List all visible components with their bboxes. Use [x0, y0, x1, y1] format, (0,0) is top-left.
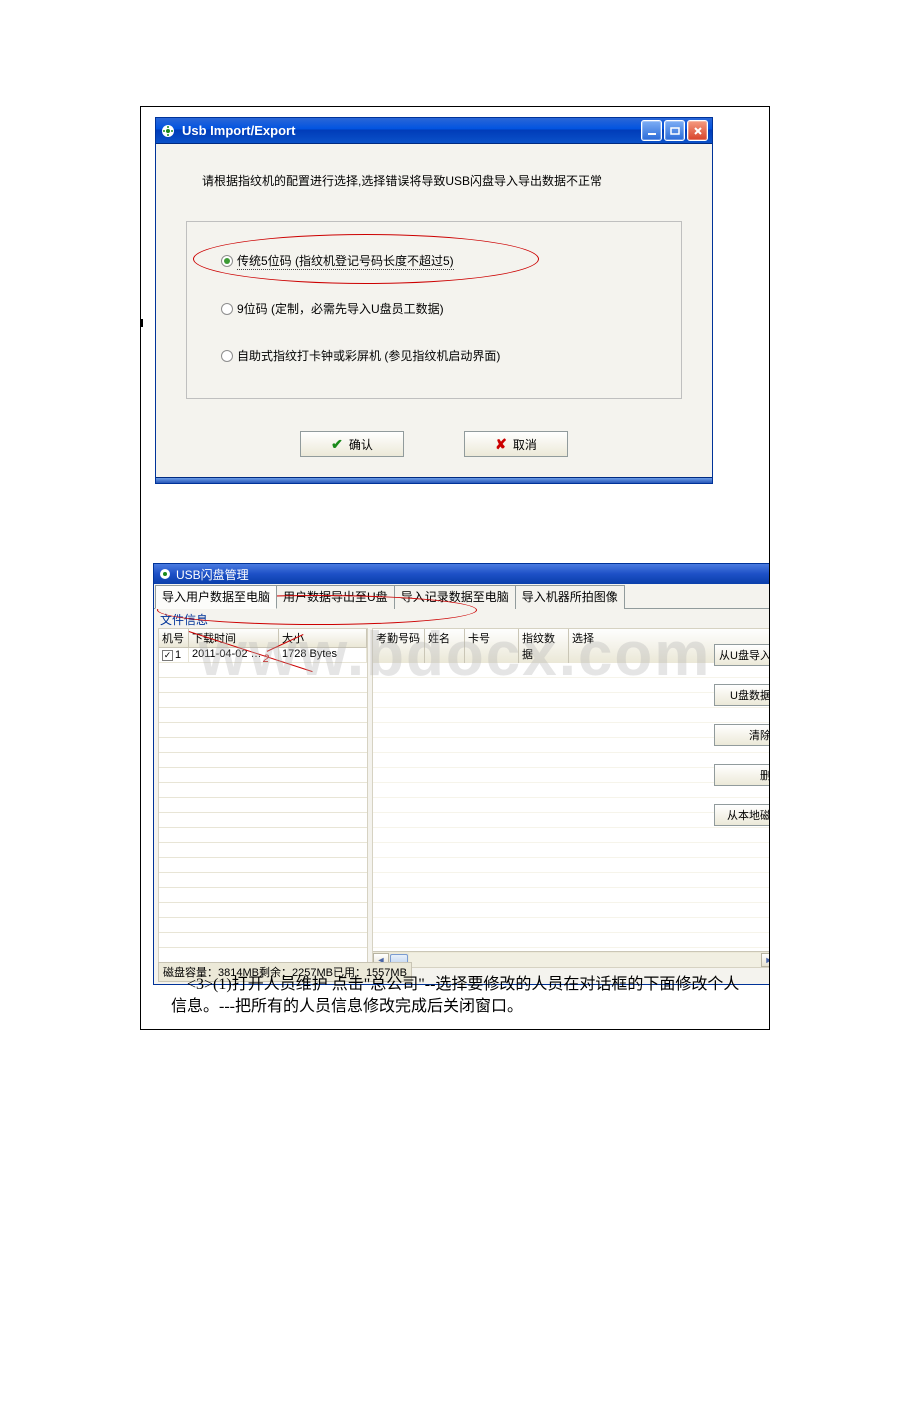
dialog1-title: Usb Import/Export — [182, 123, 641, 138]
tab-import-records[interactable]: 导入记录数据至电脑 — [394, 585, 516, 609]
col-card-no[interactable]: 卡号 — [465, 629, 519, 663]
usb-import-export-dialog: Usb Import/Export 请根据指纹机的配置进行选择,选择错误将导致U… — [155, 117, 713, 484]
instruction-paragraph: <3>(1)打开人员维护 点击"总公司"--选择要修改的人员在对话框的下面修改个… — [151, 970, 759, 1024]
ok-button[interactable]: ✔ 确认 — [300, 431, 404, 457]
radio-9digit[interactable] — [221, 303, 233, 315]
file-row-empty — [159, 798, 367, 813]
file-row-empty — [159, 828, 367, 843]
file-row-empty — [159, 873, 367, 888]
file-row-empty — [159, 738, 367, 753]
tabs: 导入用户数据至电脑 用户数据导出至U盘 导入记录数据至电脑 导入机器所拍图像 — [154, 584, 770, 609]
col-att-no[interactable]: 考勤号码 — [373, 629, 425, 663]
right-grid-body — [373, 663, 770, 951]
file-row-empty — [159, 753, 367, 768]
close-button[interactable] — [687, 120, 708, 141]
x-icon: ✘ — [495, 436, 507, 453]
dialog1-button-row: ✔ 确认 ✘ 取消 — [186, 427, 682, 467]
tab-import-images[interactable]: 导入机器所拍图像 — [515, 585, 625, 609]
check-icon: ✔ — [331, 436, 343, 453]
side-button-column: 从U盘导入 U盘数据 清除 删 从本地磁 — [714, 644, 770, 826]
app-icon-2 — [158, 567, 172, 581]
col-machine-no[interactable]: 机号 — [159, 629, 189, 647]
usb-disk-manager-dialog: USB闪盘管理 导入用户数据至电脑 用户数据导出至U盘 导入记录数据至电脑 导入… — [153, 563, 770, 985]
file-row-empty — [159, 933, 367, 948]
radio-option-5digit[interactable]: 传统5位码 (指纹机登记号码长度不超过5) — [221, 252, 657, 270]
dialog2-inner: 导入用户数据至电脑 用户数据导出至U盘 导入记录数据至电脑 导入机器所拍图像 文… — [154, 584, 770, 984]
col-name[interactable]: 姓名 — [425, 629, 465, 663]
app-icon — [160, 123, 176, 139]
file-row-empty — [159, 708, 367, 723]
file-row-empty — [159, 783, 367, 798]
left-grid-header: 机号 下载时间 大小 — [159, 629, 367, 648]
window-buttons — [641, 120, 712, 141]
dialog1-body: 请根据指纹机的配置进行选择,选择错误将导致USB闪盘导入导出数据不正常 传统5位… — [156, 144, 712, 477]
radio-5digit[interactable] — [221, 255, 233, 267]
notch-left — [140, 319, 143, 327]
delete-button[interactable]: 删 — [714, 764, 770, 786]
radio-groupbox: 传统5位码 (指纹机登记号码长度不超过5) 9位码 (定制，必需先导入U盘员工数… — [186, 221, 682, 399]
minimize-button[interactable] — [641, 120, 662, 141]
radio-9digit-label: 9位码 (定制，必需先导入U盘员工数据) — [237, 300, 444, 317]
scroll-right-arrow[interactable]: ► — [761, 953, 770, 967]
annotation-number-2: 2 — [263, 653, 269, 665]
file-row-empty — [159, 693, 367, 708]
scroll-track[interactable] — [409, 953, 761, 967]
col-fingerprint[interactable]: 指纹数据 — [519, 629, 569, 663]
radio-selfservice[interactable] — [221, 350, 233, 362]
file-row-empty — [159, 768, 367, 783]
dialog2-title: USB闪盘管理 — [176, 566, 249, 583]
from-local-disk-button[interactable]: 从本地磁 — [714, 804, 770, 826]
tab-import-user[interactable]: 导入用户数据至电脑 — [155, 585, 277, 609]
dialog1-bottom-border — [156, 477, 712, 483]
file-row-empty — [159, 813, 367, 828]
dialog1-titlebar: Usb Import/Export — [156, 118, 712, 144]
file-row-empty — [159, 843, 367, 858]
file-row-empty — [159, 663, 367, 678]
file-row-empty — [159, 888, 367, 903]
file-row-empty — [159, 723, 367, 738]
col-download-time[interactable]: 下载时间 — [189, 629, 279, 647]
file-row-empty — [159, 858, 367, 873]
horizontal-scrollbar[interactable]: ◄ ► — [373, 951, 770, 967]
dialog2-titlebar: USB闪盘管理 — [154, 564, 770, 584]
file-list-grid[interactable]: 机号 下载时间 大小 ✓ 1 2011-04-02 … 1728 Bytes — [158, 628, 368, 968]
file-row-empty — [159, 678, 367, 693]
radio-selfservice-label: 自助式指纹打卡钟或彩屏机 (参见指纹机启动界面) — [237, 347, 500, 364]
grids-row: 机号 下载时间 大小 ✓ 1 2011-04-02 … 1728 Bytes — [154, 628, 770, 968]
right-grid-header: 考勤号码 姓名 卡号 指纹数据 选择 — [373, 629, 770, 663]
cell-machine-no: ✓ 1 — [159, 648, 189, 662]
row-checkbox[interactable]: ✓ — [162, 650, 173, 661]
clear-button[interactable]: 清除 — [714, 724, 770, 746]
ok-label: 确认 — [349, 436, 373, 453]
instruction-text: 请根据指纹机的配置进行选择,选择错误将导致USB闪盘导入导出数据不正常 — [202, 172, 682, 189]
maximize-button[interactable] — [664, 120, 685, 141]
file-row-empty — [159, 918, 367, 933]
radio-option-selfservice[interactable]: 自助式指纹打卡钟或彩屏机 (参见指纹机启动界面) — [221, 347, 657, 364]
user-data-grid[interactable]: 考勤号码 姓名 卡号 指纹数据 选择 ◄ ► — [372, 628, 770, 968]
radio-option-9digit[interactable]: 9位码 (定制，必需先导入U盘员工数据) — [221, 300, 657, 317]
file-row-empty — [159, 903, 367, 918]
import-from-usb-button[interactable]: 从U盘导入 — [714, 644, 770, 666]
radio-5digit-label: 传统5位码 (指纹机登记号码长度不超过5) — [237, 252, 454, 270]
cell-machine-no-val: 1 — [175, 649, 181, 661]
fieldset-label: 文件信息 — [154, 609, 770, 628]
usb-data-button[interactable]: U盘数据 — [714, 684, 770, 706]
page-frame: Usb Import/Export 请根据指纹机的配置进行选择,选择错误将导致U… — [140, 106, 770, 1030]
tab-export-user[interactable]: 用户数据导出至U盘 — [276, 585, 395, 609]
cancel-label: 取消 — [513, 436, 537, 453]
cancel-button[interactable]: ✘ 取消 — [464, 431, 568, 457]
